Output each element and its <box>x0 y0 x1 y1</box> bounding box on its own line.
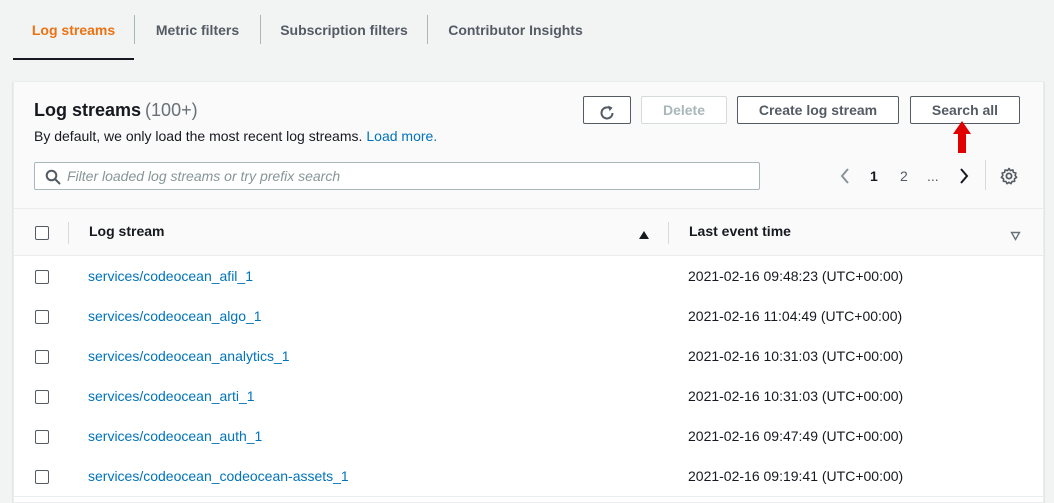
panel-title-text: Log streams <box>34 100 142 120</box>
row-checkbox[interactable] <box>35 350 49 364</box>
annotation-arrow-icon <box>953 121 971 153</box>
log-stream-link[interactable]: services/codeocean_afil_1 <box>88 268 253 284</box>
last-event-time: 2021-02-16 09:47:49 (UTC+00:00) <box>688 428 904 444</box>
column-header-last-event-time[interactable]: Last event time <box>689 223 791 239</box>
log-streams-panel: Log streams (100+) By default, we only lo… <box>13 81 1044 503</box>
tab-metric-filters[interactable]: Metric filters <box>135 0 260 58</box>
log-stream-link[interactable]: services/codeocean_arti_1 <box>88 388 255 404</box>
table-row: services/codeocean_algo_1 2021-02-16 11:… <box>14 296 1043 337</box>
load-more-link[interactable]: Load more. <box>366 128 437 144</box>
row-checkbox[interactable] <box>35 270 49 284</box>
description-text: By default, we only load the most recent… <box>34 128 363 144</box>
column-header-log-stream[interactable]: Log stream <box>89 223 164 239</box>
chevron-left-icon <box>840 168 849 184</box>
table-row: services/codeocean_arti_1 2021-02-16 10:… <box>14 376 1043 417</box>
column-divider <box>668 222 669 244</box>
panel-title: Log streams (100+) <box>34 100 198 121</box>
sort-descending-icon[interactable] <box>1010 228 1021 246</box>
table-row: services/codeocean_auth_1 2021-02-16 09:… <box>14 416 1043 457</box>
pagination-ellipsis: ... <box>927 168 939 184</box>
panel-header: Log streams (100+) By default, we only lo… <box>14 82 1043 209</box>
filter-search-field[interactable] <box>34 162 760 190</box>
pagination-divider <box>985 160 986 190</box>
row-checkbox[interactable] <box>35 310 49 324</box>
last-event-time: 2021-02-16 10:31:03 (UTC+00:00) <box>688 388 904 404</box>
create-log-stream-button[interactable]: Create log stream <box>737 96 899 124</box>
preferences-button[interactable] <box>1000 167 1018 190</box>
log-stream-count: (100+) <box>145 100 198 120</box>
refresh-icon <box>600 105 614 119</box>
row-checkbox[interactable] <box>35 430 49 444</box>
gear-icon <box>1000 167 1018 185</box>
row-checkbox[interactable] <box>35 390 49 404</box>
tab-bar: Log streams Metric filters Subscription … <box>0 0 1054 60</box>
filter-search-input[interactable] <box>67 166 747 186</box>
chevron-right-icon <box>960 168 969 184</box>
select-all-checkbox[interactable] <box>35 226 49 240</box>
last-event-time: 2021-02-16 11:04:49 (UTC+00:00) <box>688 308 903 324</box>
refresh-button[interactable] <box>583 96 631 124</box>
row-checkbox[interactable] <box>35 470 49 484</box>
column-divider <box>68 222 69 244</box>
log-stream-link[interactable]: services/codeocean_codeocean-assets_1 <box>88 468 349 484</box>
tab-subscription-filters[interactable]: Subscription filters <box>261 0 427 58</box>
table-row: services/codeocean_codeocean-assets_1 20… <box>14 456 1043 497</box>
log-stream-link[interactable]: services/codeocean_algo_1 <box>88 308 262 324</box>
previous-page-button[interactable] <box>839 167 851 188</box>
pagination: 1 2 ... <box>834 162 984 190</box>
log-stream-link[interactable]: services/codeocean_analytics_1 <box>88 348 290 364</box>
log-stream-link[interactable]: services/codeocean_auth_1 <box>88 428 262 444</box>
delete-button[interactable]: Delete <box>641 96 727 124</box>
page-2-button[interactable]: 2 <box>900 168 908 184</box>
tab-log-streams[interactable]: Log streams <box>13 0 134 60</box>
panel-description: By default, we only load the most recent… <box>34 128 437 144</box>
table-header: Log stream Last event time <box>14 209 1043 256</box>
sort-ascending-icon[interactable] <box>638 227 650 245</box>
search-icon <box>45 169 61 185</box>
last-event-time: 2021-02-16 09:48:23 (UTC+00:00) <box>688 268 904 284</box>
table-row: services/codeocean_afil_1 2021-02-16 09:… <box>14 256 1043 297</box>
last-event-time: 2021-02-16 10:31:03 (UTC+00:00) <box>688 348 904 364</box>
page-1-button[interactable]: 1 <box>870 168 878 184</box>
next-page-button[interactable] <box>958 167 970 188</box>
table-row: services/codeocean_analytics_1 2021-02-1… <box>14 336 1043 377</box>
tab-contributor-insights[interactable]: Contributor Insights <box>428 0 603 58</box>
last-event-time: 2021-02-16 09:19:41 (UTC+00:00) <box>688 468 904 484</box>
